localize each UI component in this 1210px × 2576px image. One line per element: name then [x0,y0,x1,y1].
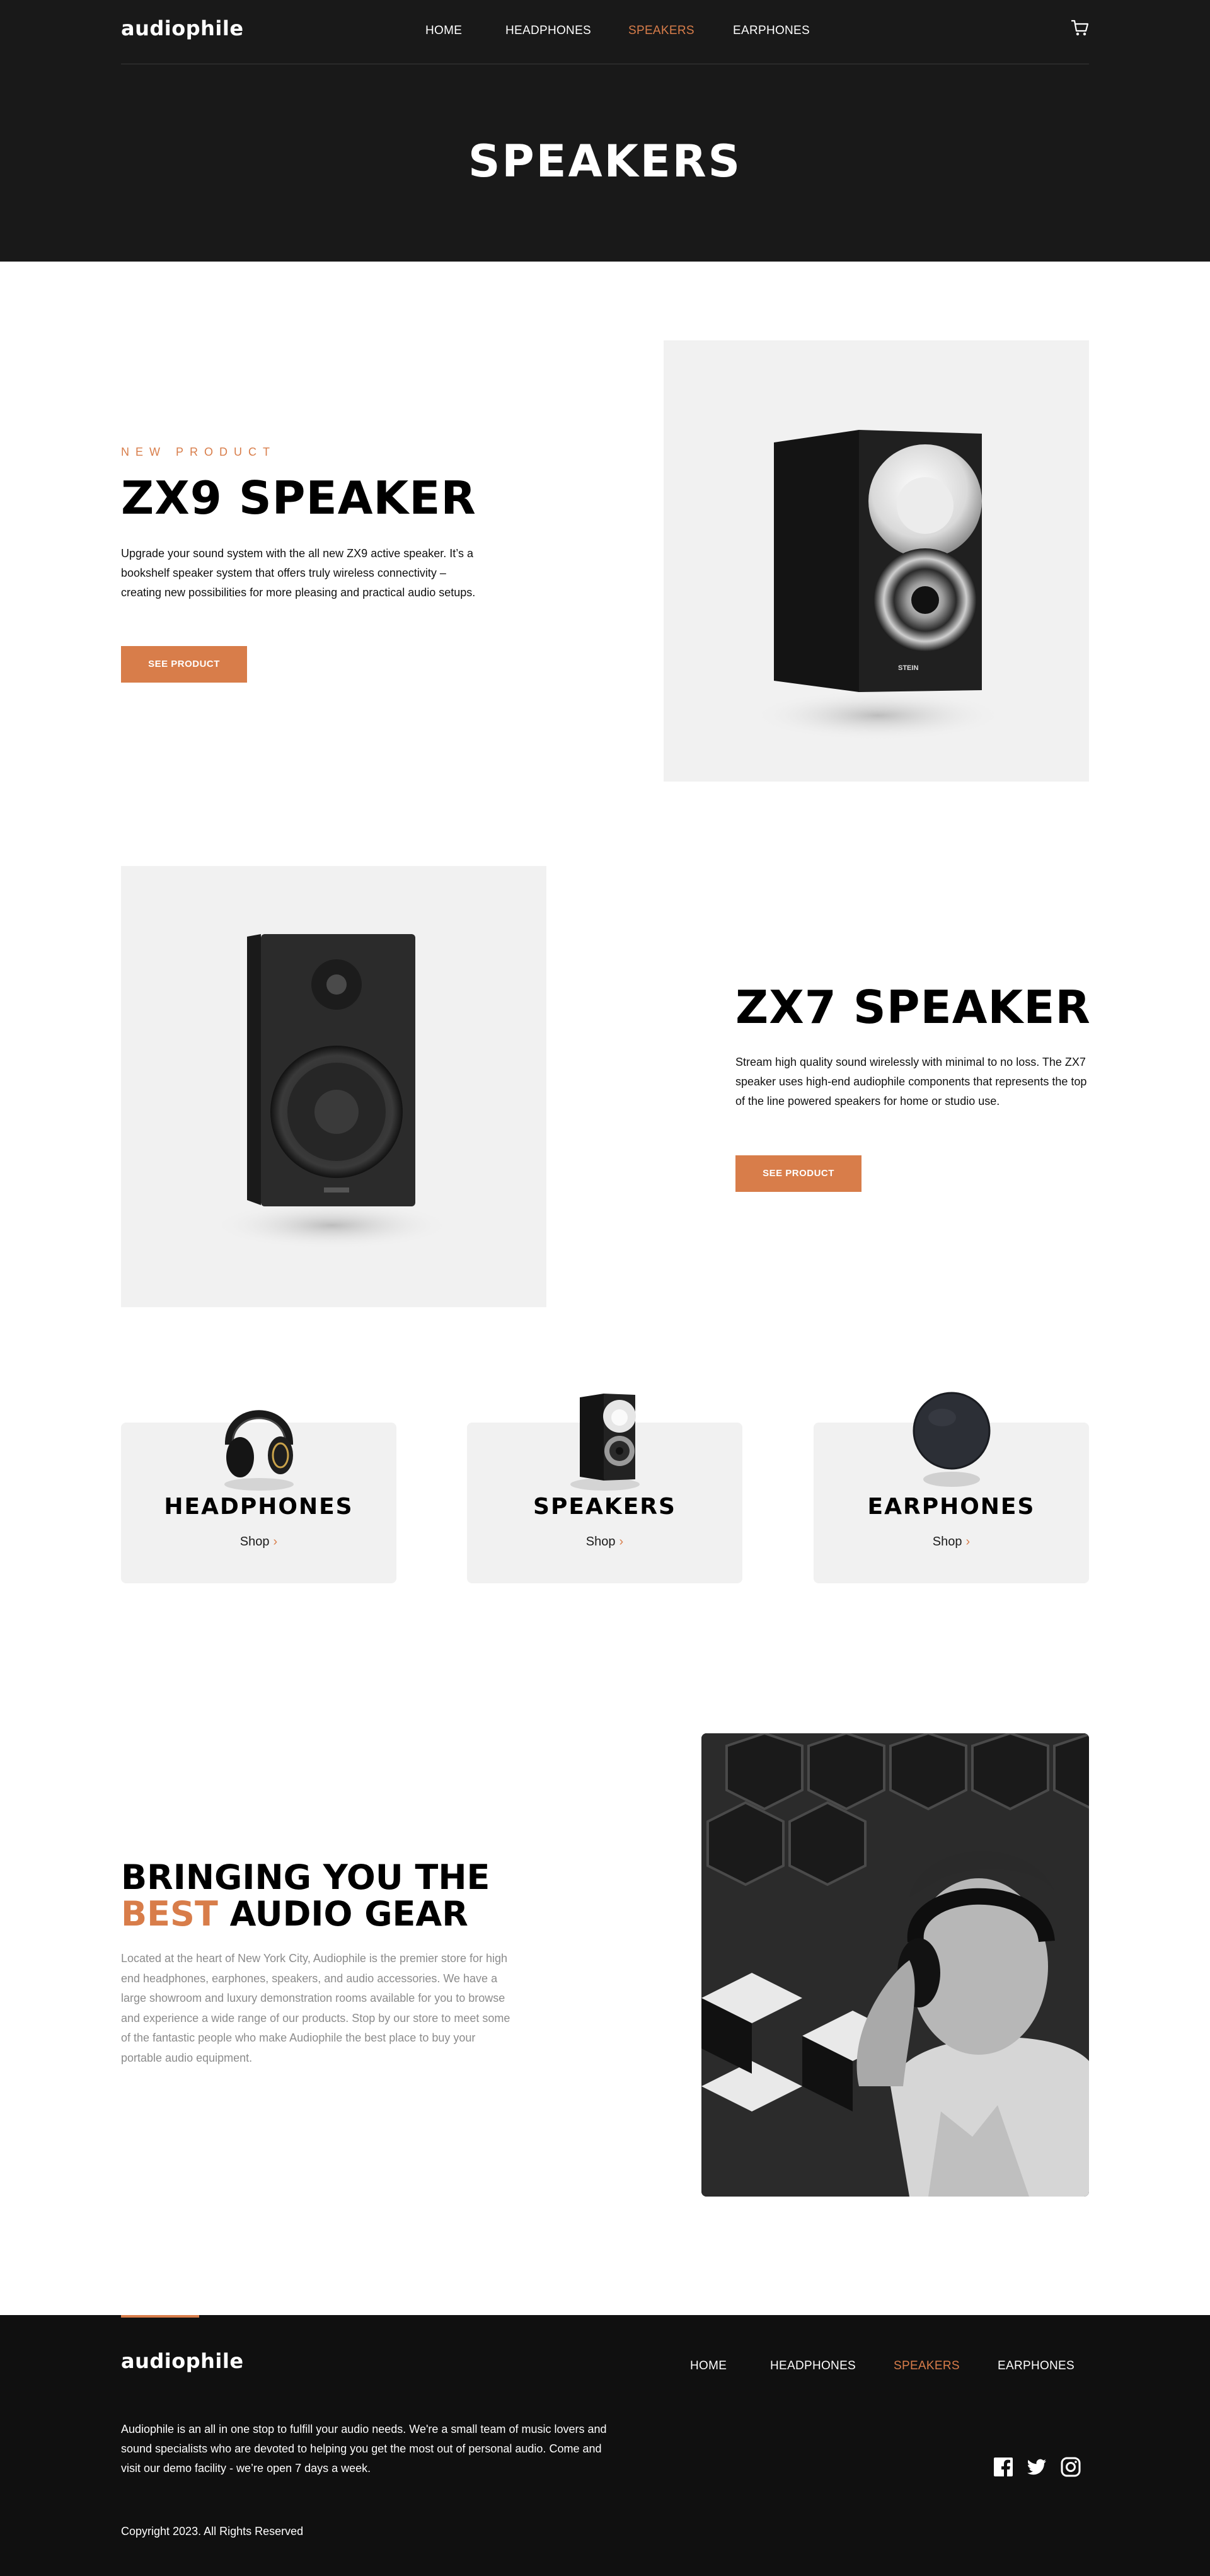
new-product-overline: NEW PRODUCT [121,446,276,458]
footer-nav-speakers[interactable]: SPEAKERS [894,2359,960,2373]
twitter-icon[interactable] [1027,2457,1047,2477]
footer-description: Audiophile is an all in one stop to fulf… [121,2423,607,2475]
about-heading-accent: BEST [121,1894,218,1934]
nav-earphones[interactable]: EARPHONES [733,24,810,38]
category-card-speakers[interactable]: SPEAKERS Shop › [467,1394,742,1583]
headphones-icon [224,1410,294,1491]
category-shop-link-speakers[interactable]: Shop › [467,1535,742,1549]
zx9-see-product-button[interactable]: SEE PRODUCT [121,646,247,683]
about-heading-line2: BEST AUDIO GEAR [121,1896,490,1932]
about-description: Located at the heart of New York City, A… [121,1952,510,2064]
earphones-icon [913,1392,990,1487]
zx9-title: ZX9 SPEAKER [121,471,476,524]
shop-label: Shop [239,1535,270,1549]
shop-label: Shop [585,1535,616,1549]
footer-accent-bar [121,2315,199,2318]
category-shop-link-headphones[interactable]: Shop › [121,1535,396,1549]
about-heading-line1: BRINGING YOU THE [121,1857,490,1897]
svg-text:STEIN: STEIN [898,664,918,672]
zx9-product-image: STEIN [664,340,1089,782]
facebook-icon[interactable] [993,2457,1013,2477]
zx7-see-product-button[interactable]: SEE PRODUCT [735,1155,861,1192]
zx7-product-image [121,866,546,1307]
page-title: SPEAKERS [468,136,742,187]
nav-headphones[interactable]: HEADPHONES [505,24,591,38]
about-heading: BRINGING YOU THE BEST AUDIO GEAR [121,1859,490,1932]
chevron-right-icon: › [273,1535,278,1549]
footer-nav-earphones[interactable]: EARPHONES [998,2359,1075,2373]
copyright: Copyright 2023. All Rights Reserved [121,2525,304,2538]
footer-nav: HOME HEADPHONES SPEAKERS EARPHONES [690,2359,1089,2376]
zx9-description: Upgrade your sound system with the all n… [121,547,476,599]
main-nav: HOME HEADPHONES SPEAKERS EARPHONES [121,24,1089,40]
cart-icon[interactable] [1070,19,1089,37]
footer: audiophile HOME HEADPHONES SPEAKERS EARP… [0,2315,1210,2576]
about-photo [701,1733,1089,2197]
category-card-headphones[interactable]: HEADPHONES Shop › [121,1410,396,1583]
speaker-icon [570,1394,640,1491]
category-title-speakers: SPEAKERS [533,1494,676,1520]
category-title-earphones: EARPHONES [867,1494,1035,1520]
category-title-headphones: HEADPHONES [164,1494,354,1520]
footer-nav-home[interactable]: HOME [690,2359,727,2373]
zx7-speaker-icon [212,934,452,1249]
zx9-speaker-icon: STEIN [752,430,1004,741]
footer-logo[interactable]: audiophile [121,2349,244,2373]
nav-speakers[interactable]: SPEAKERS [628,24,694,38]
category-shop-link-earphones[interactable]: Shop › [814,1535,1089,1549]
chevron-right-icon: › [619,1535,624,1549]
footer-nav-headphones[interactable]: HEADPHONES [770,2359,856,2373]
about-heading-rest: AUDIO GEAR [229,1894,468,1934]
zx7-title: ZX7 SPEAKER [735,981,1091,1034]
man-with-headphones-photo-icon [701,1733,1089,2197]
top-navbar: audiophile HOME HEADPHONES SPEAKERS EARP… [121,0,1089,64]
header-hero: audiophile HOME HEADPHONES SPEAKERS EARP… [0,0,1210,262]
nav-home[interactable]: HOME [425,24,462,38]
instagram-icon[interactable] [1061,2457,1081,2477]
category-card-earphones[interactable]: EARPHONES Shop › [814,1392,1089,1583]
chevron-right-icon: › [965,1535,971,1549]
zx7-description: Stream high quality sound wirelessly wit… [735,1056,1087,1107]
shop-label: Shop [932,1535,962,1549]
